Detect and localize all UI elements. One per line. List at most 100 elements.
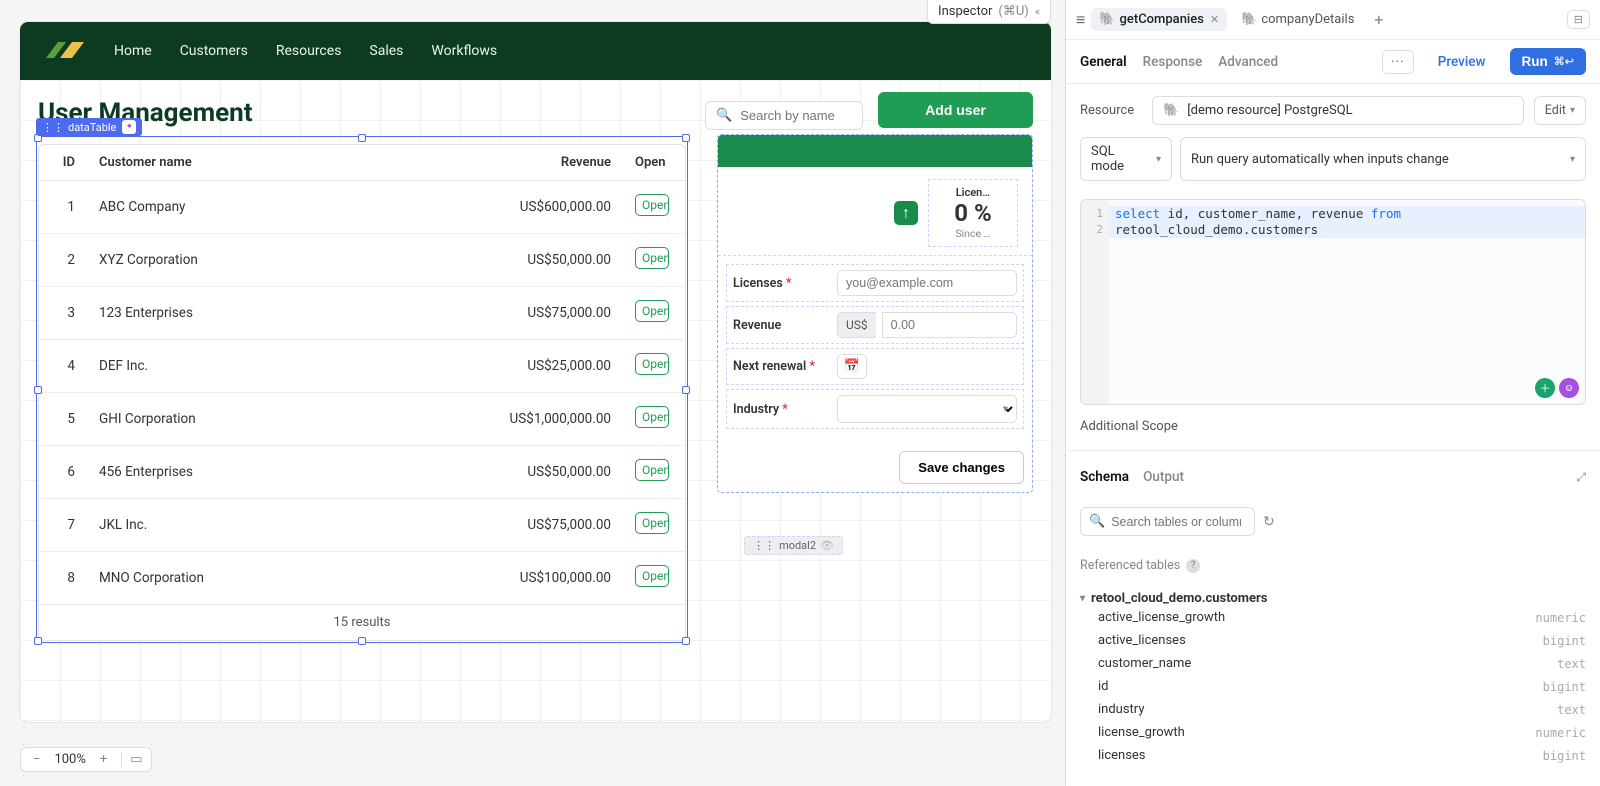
search-box[interactable]: 🔍 (705, 101, 863, 130)
resize-handle[interactable] (682, 637, 690, 645)
open-button[interactable]: Open (635, 512, 669, 534)
revenue-input[interactable] (882, 312, 1017, 338)
tab-schema[interactable]: Schema (1080, 469, 1129, 485)
run-button[interactable]: Run ⌘↩ (1510, 48, 1586, 75)
resize-handle[interactable] (34, 386, 42, 394)
tree-column[interactable]: license_growthnumeric (1080, 721, 1586, 744)
search-input[interactable] (740, 108, 850, 123)
trigger-select[interactable]: Run query automatically when inputs chan… (1180, 137, 1586, 181)
subtab-general[interactable]: General (1080, 54, 1127, 70)
col-customer-name[interactable]: Customer name (87, 145, 453, 181)
table-row[interactable]: 5GHI CorporationUS$1,000,000.00Open (39, 393, 685, 446)
more-menu-button[interactable]: ··· (1382, 50, 1414, 74)
subtab-advanced[interactable]: Advanced (1218, 54, 1278, 70)
col-open[interactable]: Open (623, 145, 685, 181)
open-button[interactable]: Open (635, 406, 669, 428)
preview-button[interactable]: Preview (1430, 50, 1494, 74)
licenses-input[interactable] (837, 270, 1017, 296)
cell-revenue: US$50,000.00 (453, 234, 623, 287)
hidden-icon: 👁 (820, 539, 834, 552)
stat-sub: Since … (939, 227, 1007, 240)
tab-getcompanies[interactable]: 🐘 getCompanies ✕ (1091, 8, 1227, 31)
tree-column[interactable]: industrytext (1080, 698, 1586, 721)
search-icon: 🔍 (1089, 514, 1105, 529)
add-user-button[interactable]: Add user (878, 92, 1033, 128)
zoom-in-button[interactable]: + (96, 752, 111, 767)
nav-resources[interactable]: Resources (276, 43, 342, 59)
table-row[interactable]: 2XYZ CorporationUS$50,000.00Open (39, 234, 685, 287)
device-toggle-icon[interactable]: ▭ (121, 752, 142, 767)
nav-workflows[interactable]: Workflows (431, 43, 497, 59)
table-row[interactable]: 8MNO CorporationUS$100,000.00Open (39, 552, 685, 605)
tree-column[interactable]: active_licensesbigint (1080, 629, 1586, 652)
tree-root[interactable]: ▾ retool_cloud_demo.customers (1080, 591, 1586, 606)
tab-companydetails[interactable]: 🐘 companyDetails (1233, 8, 1362, 31)
table-row[interactable]: 1ABC CompanyUS$600,000.00Open (39, 181, 685, 234)
cell-open: Open (623, 446, 685, 499)
selection-badge[interactable]: ⋮⋮ dataTable ✦ (36, 118, 142, 136)
open-button[interactable]: Open (635, 459, 669, 481)
add-tab-button[interactable]: + (1368, 10, 1389, 29)
open-button[interactable]: Open (635, 300, 669, 322)
zoom-out-button[interactable]: − (29, 752, 44, 767)
table-row[interactable]: 6456 EnterprisesUS$50,000.00Open (39, 446, 685, 499)
open-button[interactable]: Open (635, 194, 669, 216)
col-id[interactable]: ID (39, 145, 87, 181)
expand-icon[interactable]: ⤢ (1576, 470, 1586, 485)
table-row[interactable]: 7JKL Inc.US$75,000.00Open (39, 499, 685, 552)
cell-name: ABC Company (87, 181, 453, 234)
cell-open: Open (623, 181, 685, 234)
modal-component-pill[interactable]: ⋮⋮ modal2 👁 (744, 536, 843, 555)
table-row[interactable]: 3123 EnterprisesUS$75,000.00Open (39, 287, 685, 340)
resize-handle[interactable] (358, 637, 366, 645)
cell-open: Open (623, 287, 685, 340)
table-name: retool_cloud_demo.customers (1091, 591, 1267, 606)
field-next-renewal: Next renewal * 📅 (726, 348, 1024, 385)
cell-revenue: US$100,000.00 (453, 552, 623, 605)
calendar-icon[interactable]: 📅 (837, 354, 867, 379)
resize-handle[interactable] (358, 134, 366, 142)
nav-sales[interactable]: Sales (369, 43, 403, 59)
menu-icon[interactable]: ≡ (1076, 10, 1085, 30)
close-icon[interactable]: ✕ (1210, 13, 1219, 26)
refresh-icon[interactable]: ↻ (1263, 514, 1275, 530)
ai-sparkle-icon[interactable]: ✦ (122, 120, 136, 134)
sql-mode-select[interactable]: SQL mode ▾ (1080, 137, 1172, 181)
grip-icon: ⋮⋮ (753, 539, 775, 552)
open-button[interactable]: Open (635, 565, 669, 587)
tab-output[interactable]: Output (1143, 469, 1184, 485)
schema-search-box[interactable]: 🔍 (1080, 507, 1255, 536)
zoom-value: 100% (54, 752, 85, 767)
ai-chat-icon[interactable]: ☺ (1559, 378, 1579, 398)
col-revenue[interactable]: Revenue (453, 145, 623, 181)
resize-handle[interactable] (682, 386, 690, 394)
tree-column[interactable]: idbigint (1080, 675, 1586, 698)
nav-home[interactable]: Home (114, 43, 152, 59)
inspector-toggle[interactable]: Inspector (⌘U) « (927, 0, 1051, 24)
open-button[interactable]: Open (635, 247, 669, 269)
resize-handle[interactable] (34, 637, 42, 645)
code-content[interactable]: select id, customer_name, revenue from r… (1115, 206, 1577, 238)
table-row[interactable]: 4DEF Inc.US$25,000.00Open (39, 340, 685, 393)
nav-customers[interactable]: Customers (180, 43, 248, 59)
help-icon[interactable]: ? (1186, 559, 1200, 573)
industry-select[interactable] (837, 395, 1017, 423)
cell-id: 8 (39, 552, 87, 605)
open-button[interactable]: Open (635, 353, 669, 375)
data-table[interactable]: ID Customer name Revenue Open 1ABC Compa… (38, 144, 686, 641)
schema-search-input[interactable] (1111, 515, 1241, 529)
subtab-response[interactable]: Response (1143, 54, 1203, 70)
sql-editor[interactable]: 1 2 select id, customer_name, revenue fr… (1080, 199, 1586, 405)
ai-assist-icon[interactable]: ＋ (1535, 378, 1555, 398)
tree-column[interactable]: licensesbigint (1080, 744, 1586, 767)
edit-resource-button[interactable]: Edit ▾ (1534, 96, 1586, 125)
collapse-icon[interactable]: ⊟ (1567, 10, 1590, 29)
tree-column[interactable]: customer_nametext (1080, 652, 1586, 675)
resize-handle[interactable] (682, 134, 690, 142)
resource-select[interactable]: 🐘 [demo resource] PostgreSQL (1152, 96, 1524, 125)
tree-column[interactable]: active_license_growthnumeric (1080, 606, 1586, 629)
chevron-down-icon: ▾ (1080, 593, 1085, 604)
detail-panel[interactable]: ↑ Licen… 0 % Since … Licenses * (717, 134, 1033, 493)
column-type: text (1557, 703, 1586, 717)
save-changes-button[interactable]: Save changes (899, 451, 1024, 484)
